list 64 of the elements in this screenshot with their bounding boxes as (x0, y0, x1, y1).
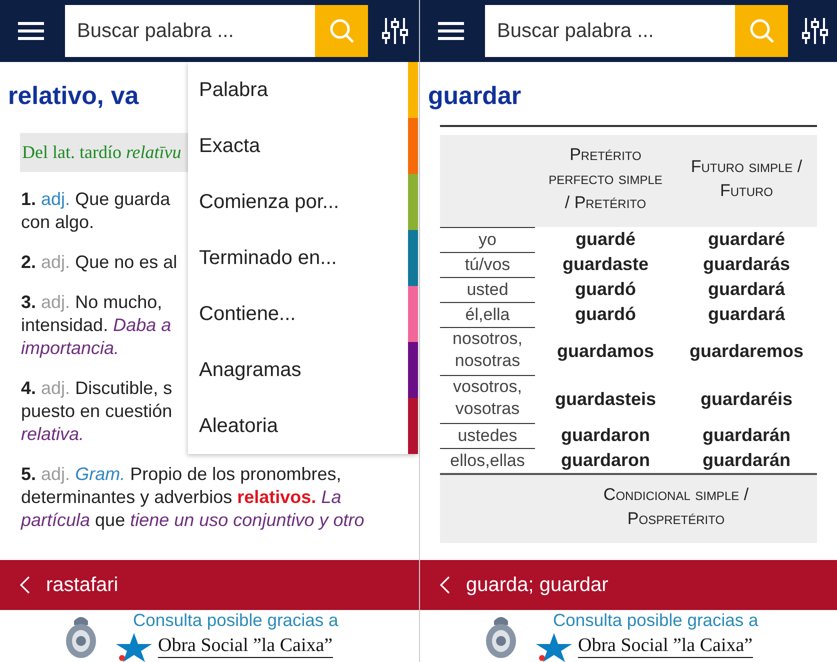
column-header: Pretérito perfecto simple / Pretérito (548, 144, 664, 214)
search-icon (328, 18, 354, 44)
verb-form-cell-text: guardarás (702, 254, 792, 275)
column-header: Futuro simple / Futuro (690, 156, 804, 202)
back-chevron-icon[interactable] (20, 576, 30, 594)
verb-form-cell-text: guardamos (556, 340, 656, 362)
search-field[interactable]: Buscar palabra ... (65, 5, 315, 57)
verb-form-cell-text: guardará (706, 279, 786, 300)
menu-item[interactable]: Aleatoria (188, 398, 418, 454)
history-word[interactable]: guarda; guardar (466, 574, 608, 596)
verb-form-cell-text: guardará (706, 304, 786, 325)
star-logo-icon (114, 630, 154, 662)
search-field[interactable]: Buscar palabra ... (485, 5, 735, 57)
star-logo-icon (534, 630, 574, 662)
menu-icon[interactable] (438, 21, 464, 41)
sponsor-name: Obra Social ”la Caixa” (158, 635, 333, 658)
verb-form-cell-text: guardasteis (554, 388, 658, 410)
definition-text: con algo. (21, 211, 94, 234)
definition-text: 1. adj. Que guarda (21, 188, 170, 211)
sponsor-caption: Consulta posible gracias a (553, 610, 758, 630)
menu-item[interactable]: Comienza por... (188, 174, 418, 230)
definition-text: 5. adj. Gram. Propio de los pronombres, (21, 463, 342, 486)
verb-form-cell-text: guardarán (701, 450, 792, 471)
sponsor-name: Obra Social ”la Caixa” (578, 635, 753, 658)
verb-form-cell-text: guardaré (706, 229, 786, 250)
column-header: Condicional simple / Pospretérito (602, 484, 750, 530)
definition-text: partícula que tiene un uso conjuntivo y otro (21, 509, 364, 532)
verb-form-cell-text: guardó (574, 279, 637, 300)
menu-item[interactable]: Terminado en... (188, 230, 418, 286)
definition-text: relativa. (21, 423, 84, 446)
verb-form-cell-text: guardé (574, 229, 636, 250)
menu-item[interactable]: Anagramas (188, 342, 418, 398)
person-cell: usted (440, 277, 535, 302)
menu-item[interactable]: Palabra (188, 62, 418, 118)
history-word[interactable]: rastafari (46, 574, 118, 596)
verb-form-cell-text: guardarán (701, 425, 792, 446)
definition-text: intensidad. Daba a (21, 314, 172, 337)
person-cell: él,ella (440, 302, 535, 327)
definition-text: 3. adj. No mucho, (21, 291, 162, 314)
definition-text: importancia. (21, 337, 120, 360)
verb-form-cell-text: guardó (574, 304, 637, 325)
person-cell: tú/vos (440, 252, 535, 277)
definition-text: puesto en cuestión (21, 400, 172, 423)
verb-form-cell-text: guardaste (561, 254, 650, 275)
menu-icon[interactable] (18, 21, 44, 41)
person-cell: ustedes (440, 423, 535, 448)
etymology-text: Del lat. tardío relatīvu (20, 133, 188, 172)
verb-form-cell-text: guardaron (560, 425, 651, 446)
definition-text: determinantes y adverbios relativos. La (21, 486, 342, 509)
person-cell: yo (440, 227, 535, 252)
verb-form-cell-text: guardaremos (688, 340, 805, 362)
search-icon (748, 18, 774, 44)
definition-text: 2. adj. Que no es al (21, 251, 178, 274)
menu-item[interactable]: Exacta (188, 118, 418, 174)
back-chevron-icon[interactable] (440, 576, 450, 594)
sponsor-caption: Consulta posible gracias a (133, 610, 338, 630)
definition-text: 4. adj. Discutible, s (21, 377, 172, 400)
entry-title: guardar (427, 81, 522, 111)
verb-form-cell-text: guardaron (560, 450, 651, 471)
filter-sliders-icon[interactable] (382, 16, 408, 46)
filter-sliders-icon[interactable] (802, 16, 828, 46)
menu-item[interactable]: Contiene... (188, 286, 418, 342)
entry-title: relativo, va (7, 81, 139, 111)
verb-form-cell-text: guardaréis (699, 388, 794, 410)
